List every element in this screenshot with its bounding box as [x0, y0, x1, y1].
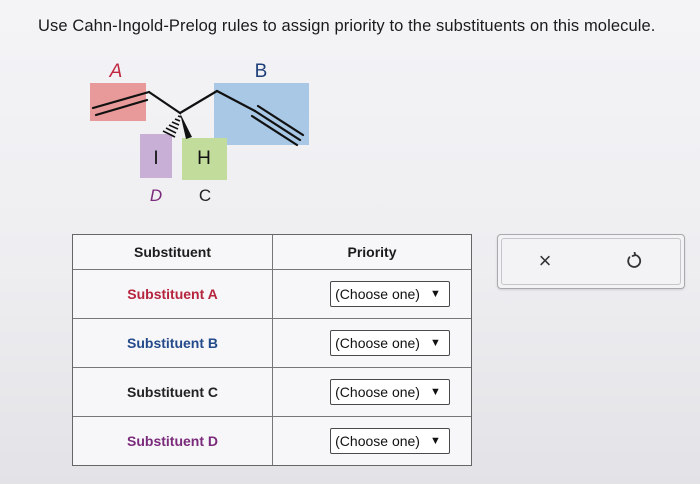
- priority-cell-c: (Choose one) ▼: [273, 368, 471, 416]
- table-row: Substituent C (Choose one) ▼: [73, 368, 471, 417]
- dropdown-arrow-icon: ▼: [429, 337, 441, 349]
- dropdown-arrow-icon: ▼: [429, 435, 441, 447]
- priority-table: Substituent Priority Substituent A (Choo…: [72, 234, 472, 466]
- x-icon: ×: [538, 248, 552, 273]
- clear-button[interactable]: ×: [531, 247, 559, 275]
- molecule-svg: I H A B D C: [90, 61, 309, 205]
- table-row: Substituent A (Choose one) ▼: [73, 270, 471, 319]
- priority-select-a-value: (Choose one): [335, 286, 420, 302]
- priority-select-c[interactable]: (Choose one) ▼: [330, 379, 450, 405]
- priority-select-b-value: (Choose one): [335, 335, 420, 351]
- label-d: D: [150, 186, 162, 205]
- action-panel: ×: [497, 234, 685, 289]
- priority-select-a[interactable]: (Choose one) ▼: [330, 281, 450, 307]
- substituent-a-label: Substituent A: [127, 286, 218, 302]
- label-b: B: [255, 61, 268, 82]
- action-panel-inner: [501, 238, 681, 285]
- solid-wedge: [180, 113, 192, 139]
- priority-cell-b: (Choose one) ▼: [273, 319, 471, 367]
- label-c: C: [199, 186, 211, 205]
- priority-cell-d: (Choose one) ▼: [273, 417, 471, 465]
- dropdown-arrow-icon: ▼: [429, 288, 441, 300]
- substituent-c-label: Substituent C: [127, 384, 218, 400]
- substituent-b-label: Substituent B: [127, 335, 218, 351]
- priority-select-d-value: (Choose one): [335, 433, 420, 449]
- priority-cell-a: (Choose one) ▼: [273, 270, 471, 318]
- header-substituent: Substituent: [134, 244, 211, 260]
- undo-icon: [627, 252, 642, 268]
- molecule-diagram: I H A B D C: [0, 0, 700, 220]
- priority-select-b[interactable]: (Choose one) ▼: [330, 330, 450, 356]
- table-row: Substituent D (Choose one) ▼: [73, 417, 471, 465]
- table-header-row: Substituent Priority: [73, 235, 471, 270]
- substituent-d-label: Substituent D: [127, 433, 218, 449]
- undo-button[interactable]: [620, 247, 648, 275]
- dropdown-arrow-icon: ▼: [429, 386, 441, 398]
- page: Use Cahn-Ingold-Prelog rules to assign p…: [0, 0, 700, 484]
- hashed-wedge: [162, 115, 182, 138]
- priority-select-d[interactable]: (Choose one) ▼: [330, 428, 450, 454]
- table-row: Substituent B (Choose one) ▼: [73, 319, 471, 368]
- header-priority: Priority: [347, 244, 397, 260]
- label-a: A: [109, 61, 123, 82]
- hydrogen-atom: H: [197, 148, 211, 169]
- iodine-atom: I: [153, 148, 158, 169]
- priority-select-c-value: (Choose one): [335, 384, 420, 400]
